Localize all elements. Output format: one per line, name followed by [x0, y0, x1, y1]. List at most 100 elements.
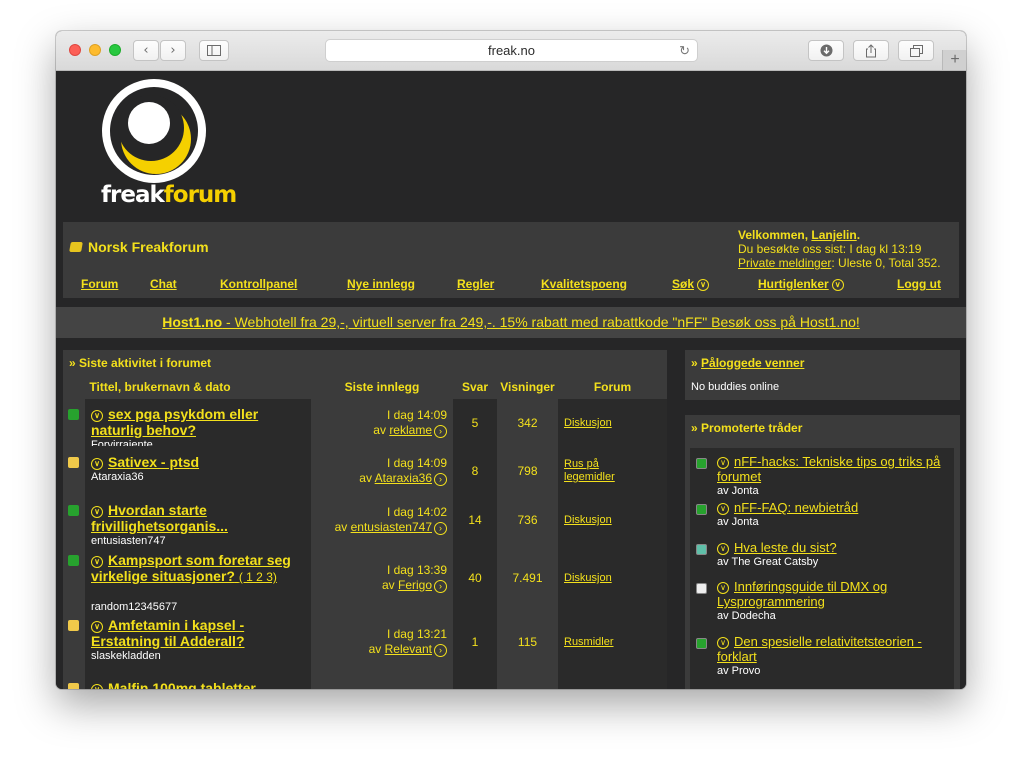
panel-title: » Påloggede venner [691, 356, 804, 370]
promoted-thread-title[interactable]: Hva leste du sist? [734, 540, 837, 555]
thread-title[interactable]: Sativex - ptsd [108, 454, 199, 470]
download-icon [820, 44, 832, 57]
last-post-by: av [373, 423, 386, 437]
thread-status-icon [696, 458, 707, 469]
chevron-down-icon[interactable]: ∨ [717, 543, 729, 555]
chevron-down-icon[interactable]: ∨ [717, 457, 729, 469]
chevron-down-icon[interactable]: ∨ [91, 556, 103, 568]
thread-author: slaskekladden [91, 650, 161, 662]
zoom-window-button[interactable] [109, 44, 121, 56]
thread-title-link[interactable]: ∨ Malfin 100mg tabletter [91, 680, 297, 689]
last-visit-text: Du besøkte oss sist: I dag kl 13:19 [738, 242, 922, 256]
go-to-post-icon[interactable]: › [434, 644, 447, 657]
forum-link[interactable]: Rus på legemidler [564, 458, 634, 484]
panel-title: » Siste aktivitet i forumet [69, 356, 212, 370]
table-row: ∨ Sativex - ptsd Ataraxia36 I dag 14:09 av A… [63, 446, 667, 495]
view-count: 798 [517, 464, 538, 478]
page-links[interactable]: ( 1 2 3) [239, 570, 277, 584]
forum-link[interactable]: Diskusjon [564, 417, 634, 430]
new-tab-button[interactable]: + [942, 50, 966, 70]
promoted-thread-title[interactable]: Den spesielle relativitetsteorien - fork… [717, 634, 922, 664]
thread-title-link[interactable]: ∨ Kampsport som foretar seg virkelige sit… [91, 552, 297, 585]
thread-title[interactable]: Hvordan starte frivillighetsorganis... [91, 502, 228, 534]
private-messages-status: : Uleste 0, Total 352. [831, 256, 941, 270]
views-cell: 7.491 [497, 545, 558, 610]
nav-forum[interactable]: Forum [81, 277, 118, 291]
nav-hurtiglenker-menu[interactable]: Hurtiglenker ∨ [758, 277, 844, 291]
thread-title-link[interactable]: ∨ Sativex - ptsd [91, 454, 297, 470]
browser-window: ‹ › freak.no ↻ + freakforum Norsk Freakf… [56, 31, 966, 689]
nav-regler[interactable]: Regler [457, 277, 494, 291]
thread-title[interactable]: Malfin 100mg tabletter [108, 680, 256, 689]
downloads-button[interactable] [808, 40, 844, 61]
nav-kontrollpanel[interactable]: Kontrollpanel [220, 277, 297, 291]
nav-chat[interactable]: Chat [150, 277, 177, 291]
recent-activity-panel: » Siste aktivitet i forumet Tittel, bruk… [63, 350, 667, 689]
welcome-prefix: Velkommen, [738, 228, 812, 242]
chevron-down-icon[interactable]: ∨ [91, 506, 103, 518]
chevron-down-icon[interactable]: ∨ [91, 621, 103, 633]
nav-kvalitetspoeng[interactable]: Kvalitetspoeng [541, 277, 627, 291]
last-post-user-link[interactable]: reklame [389, 423, 432, 437]
promoted-thread-link[interactable]: ∨ nFF-FAQ: newbietråd [717, 500, 949, 515]
chevron-down-icon[interactable]: ∨ [831, 279, 844, 291]
promoted-thread-link[interactable]: ∨ Innføringsguide til DMX og Lysprogramme… [717, 579, 949, 609]
last-post-user-link[interactable]: Relevant [385, 642, 432, 656]
chevron-down-icon[interactable]: ∨ [91, 458, 103, 470]
close-window-button[interactable] [69, 44, 81, 56]
url-text: freak.no [488, 43, 535, 58]
last-post-user-link[interactable]: Ataraxia36 [375, 471, 432, 485]
nav-logg-ut[interactable]: Logg ut [897, 277, 941, 291]
promoted-thread-link[interactable]: ∨ nFF-hacks: Tekniske tips og triks på fo… [717, 454, 949, 484]
chevron-down-icon[interactable]: ∨ [91, 410, 103, 422]
chevron-down-icon[interactable]: ∨ [91, 684, 103, 689]
address-bar[interactable]: freak.no ↻ [325, 39, 698, 62]
title-cell: ∨ Amfetamin i kapsel - Erstatning til Add… [85, 610, 311, 673]
online-friends-link[interactable]: Påloggede venner [701, 356, 804, 370]
go-to-post-icon[interactable]: › [434, 473, 447, 486]
forum-link[interactable]: Diskusjon [564, 514, 634, 527]
reload-icon[interactable]: ↻ [679, 40, 690, 61]
last-post-user-link[interactable]: Ferigo [398, 578, 432, 592]
promoted-thread-title[interactable]: nFF-hacks: Tekniske tips og triks på for… [717, 454, 940, 484]
chevron-down-icon[interactable]: ∨ [697, 279, 710, 291]
nav-sok[interactable]: Søk [672, 277, 694, 291]
go-to-post-icon[interactable]: › [434, 580, 447, 593]
thread-title-link[interactable]: ∨ sex pga psykdom eller naturlig behov? [91, 406, 297, 438]
forum-link[interactable]: Diskusjon [564, 572, 634, 585]
nav-hurtiglenker[interactable]: Hurtiglenker [758, 277, 829, 291]
promoted-thread-title[interactable]: Innføringsguide til DMX og Lysprogrammer… [717, 579, 887, 609]
forward-button[interactable]: › [160, 40, 186, 61]
no-buddies-text: No buddies online [691, 381, 780, 393]
views-cell: 798 [497, 446, 558, 495]
sidebar-button[interactable] [199, 40, 229, 61]
promoted-thread-title[interactable]: nFF-FAQ: newbietråd [734, 500, 858, 515]
private-messages-link[interactable]: Private meldinger [738, 256, 831, 270]
thread-status-icon [68, 409, 79, 420]
chevron-down-icon[interactable]: ∨ [717, 503, 729, 515]
tabs-overview-button[interactable] [898, 40, 934, 61]
go-to-post-icon[interactable]: › [434, 425, 447, 438]
promo-link[interactable]: Host1.no [162, 314, 222, 330]
minimize-window-button[interactable] [89, 44, 101, 56]
last-post-user-link[interactable]: entusiasten747 [351, 520, 432, 534]
column-header-views: Visninger [500, 380, 555, 394]
nav-nye-innlegg[interactable]: Nye innlegg [347, 277, 415, 291]
promo-text[interactable]: - Webhotell fra 29,-, virtuell server fr… [222, 314, 860, 330]
table-row: ∨ Hvordan starte frivillighetsorganis... e… [63, 495, 667, 547]
thread-title[interactable]: sex pga psykdom eller naturlig behov? [91, 406, 258, 438]
chevron-down-icon[interactable]: ∨ [717, 637, 729, 649]
chevron-down-icon[interactable]: ∨ [717, 582, 729, 594]
thread-title-link[interactable]: ∨ Hvordan starte frivillighetsorganis... [91, 502, 297, 534]
nav-sok-menu[interactable]: Søk ∨ [672, 277, 710, 291]
thread-title-link[interactable]: ∨ Amfetamin i kapsel - Erstatning til Add… [91, 617, 297, 649]
share-button[interactable] [853, 40, 889, 61]
username-link[interactable]: Lanjelin [811, 228, 856, 242]
last-post-cell: I dag 13:39 av Ferigo › [311, 545, 453, 610]
go-to-post-icon[interactable]: › [434, 522, 447, 535]
promoted-thread-link[interactable]: ∨ Den spesielle relativitetsteorien - for… [717, 634, 949, 664]
back-button[interactable]: ‹ [133, 40, 159, 61]
promoted-thread-link[interactable]: ∨ Hva leste du sist? [717, 540, 949, 555]
thread-title[interactable]: Amfetamin i kapsel - Erstatning til Adde… [91, 617, 245, 649]
forum-link[interactable]: Rusmidler [564, 636, 634, 649]
